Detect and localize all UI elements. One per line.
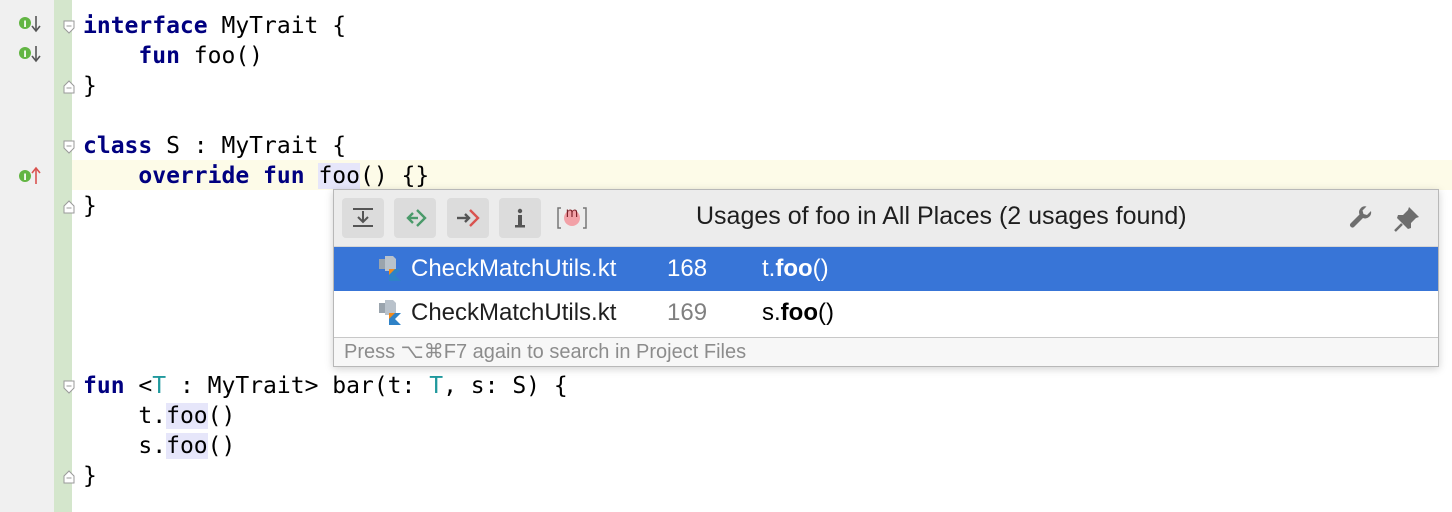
wrench-icon[interactable] — [1346, 204, 1376, 234]
fold-end-icon[interactable] — [63, 200, 75, 214]
popup-title: Usages of foo in All Places (2 usages fo… — [696, 202, 1187, 230]
fold-end-icon[interactable] — [63, 80, 75, 94]
code-text: } — [83, 193, 97, 219]
highlighted-identifier[interactable]: foo — [318, 163, 360, 189]
code-line[interactable]: t.foo() — [83, 401, 235, 431]
snippet-prefix: t. — [762, 255, 776, 282]
snippet-prefix: s. — [762, 299, 781, 326]
code-text: () — [207, 403, 236, 429]
code-text: } — [83, 73, 97, 99]
pin-icon[interactable] — [1392, 204, 1422, 234]
next-usage-icon — [457, 209, 480, 227]
usage-row[interactable]: CheckMatchUtils.kt 169 s.foo() — [334, 291, 1438, 335]
code-text: < — [124, 373, 153, 399]
open-in-find-tool-window-button[interactable] — [342, 198, 384, 238]
usage-line-number: 169 — [667, 299, 708, 326]
next-usage-button[interactable] — [447, 198, 489, 238]
code-text: () — [207, 433, 236, 459]
snippet-match: foo — [775, 255, 813, 282]
usage-file-name: CheckMatchUtils.kt — [411, 255, 617, 282]
type-parameter: T — [429, 373, 444, 399]
kotlin-file-icon — [379, 256, 401, 281]
fold-icon[interactable] — [63, 20, 75, 34]
svg-text:I: I — [23, 173, 26, 183]
fold-end-icon[interactable] — [63, 470, 75, 484]
code-text: , s: S) { — [443, 373, 568, 399]
kotlin-file-icon — [379, 300, 401, 325]
keyword: override — [138, 163, 250, 189]
code-text: t. — [138, 403, 167, 429]
code-line[interactable]: fun <T : MyTrait> bar(t: T, s: S) { — [83, 371, 568, 401]
usage-row[interactable]: CheckMatchUtils.kt 168 t.foo() — [334, 247, 1438, 291]
keyword: interface — [83, 13, 208, 39]
type-parameter: T — [152, 373, 167, 399]
code-line[interactable]: } — [83, 71, 97, 101]
code-line[interactable]: } — [83, 191, 97, 221]
fold-icon[interactable] — [63, 140, 75, 154]
usage-snippet: t.foo() — [762, 247, 829, 291]
open-in-find-tool-window-icon — [353, 208, 373, 227]
editor-gutter — [0, 0, 54, 512]
keyword: fun — [138, 43, 180, 69]
svg-text:I: I — [23, 50, 26, 60]
change-marker-strip — [54, 0, 72, 512]
usage-line-number: 168 — [667, 255, 708, 282]
keyword: class — [83, 133, 153, 159]
snippet-suffix: () — [817, 299, 834, 326]
code-line[interactable]: interface MyTrait { — [83, 11, 346, 41]
code-line[interactable]: fun foo() — [83, 41, 263, 71]
previous-usage-icon — [406, 209, 427, 227]
method-filter-button[interactable]: m — [554, 200, 590, 236]
implemented-icon[interactable]: I — [17, 43, 43, 65]
info-icon — [515, 208, 525, 228]
show-usages-popup[interactable]: m Usages of foo in All Places (2 usages … — [333, 189, 1439, 367]
code-line[interactable]: class S : MyTrait { — [83, 131, 346, 161]
code-text: () {} — [359, 163, 430, 189]
code-line[interactable]: } — [83, 461, 97, 491]
popup-toolbar: m Usages of foo in All Places (2 usages … — [334, 190, 1438, 247]
highlighted-identifier[interactable]: foo — [166, 403, 208, 429]
code-text: : MyTrait> bar(t: — [166, 373, 430, 399]
code-text: foo() — [179, 43, 264, 69]
keyword: fun — [83, 373, 125, 399]
keyword: fun — [263, 163, 305, 189]
code-line[interactable]: s.foo() — [83, 431, 235, 461]
svg-text:I: I — [23, 20, 26, 30]
snippet-suffix: () — [812, 255, 829, 282]
usage-snippet: s.foo() — [762, 291, 834, 335]
implements-icon[interactable]: I — [17, 165, 43, 187]
method-badge-text: m — [565, 206, 579, 221]
code-text: s. — [138, 433, 167, 459]
snippet-match: foo — [780, 299, 818, 326]
usage-file-name: CheckMatchUtils.kt — [411, 299, 617, 326]
implemented-icon[interactable]: I — [17, 13, 43, 35]
popup-footer-hint: Press ⌥⌘F7 again to search in Project Fi… — [334, 337, 1438, 366]
info-button[interactable] — [499, 198, 541, 238]
fold-icon[interactable] — [63, 380, 75, 394]
code-text: } — [83, 463, 97, 489]
code-text: MyTrait { — [207, 13, 347, 39]
code-line[interactable]: override fun foo() {} — [83, 161, 429, 191]
previous-usage-button[interactable] — [394, 198, 436, 238]
highlighted-identifier[interactable]: foo — [166, 433, 208, 459]
code-text: S : MyTrait { — [152, 133, 347, 159]
